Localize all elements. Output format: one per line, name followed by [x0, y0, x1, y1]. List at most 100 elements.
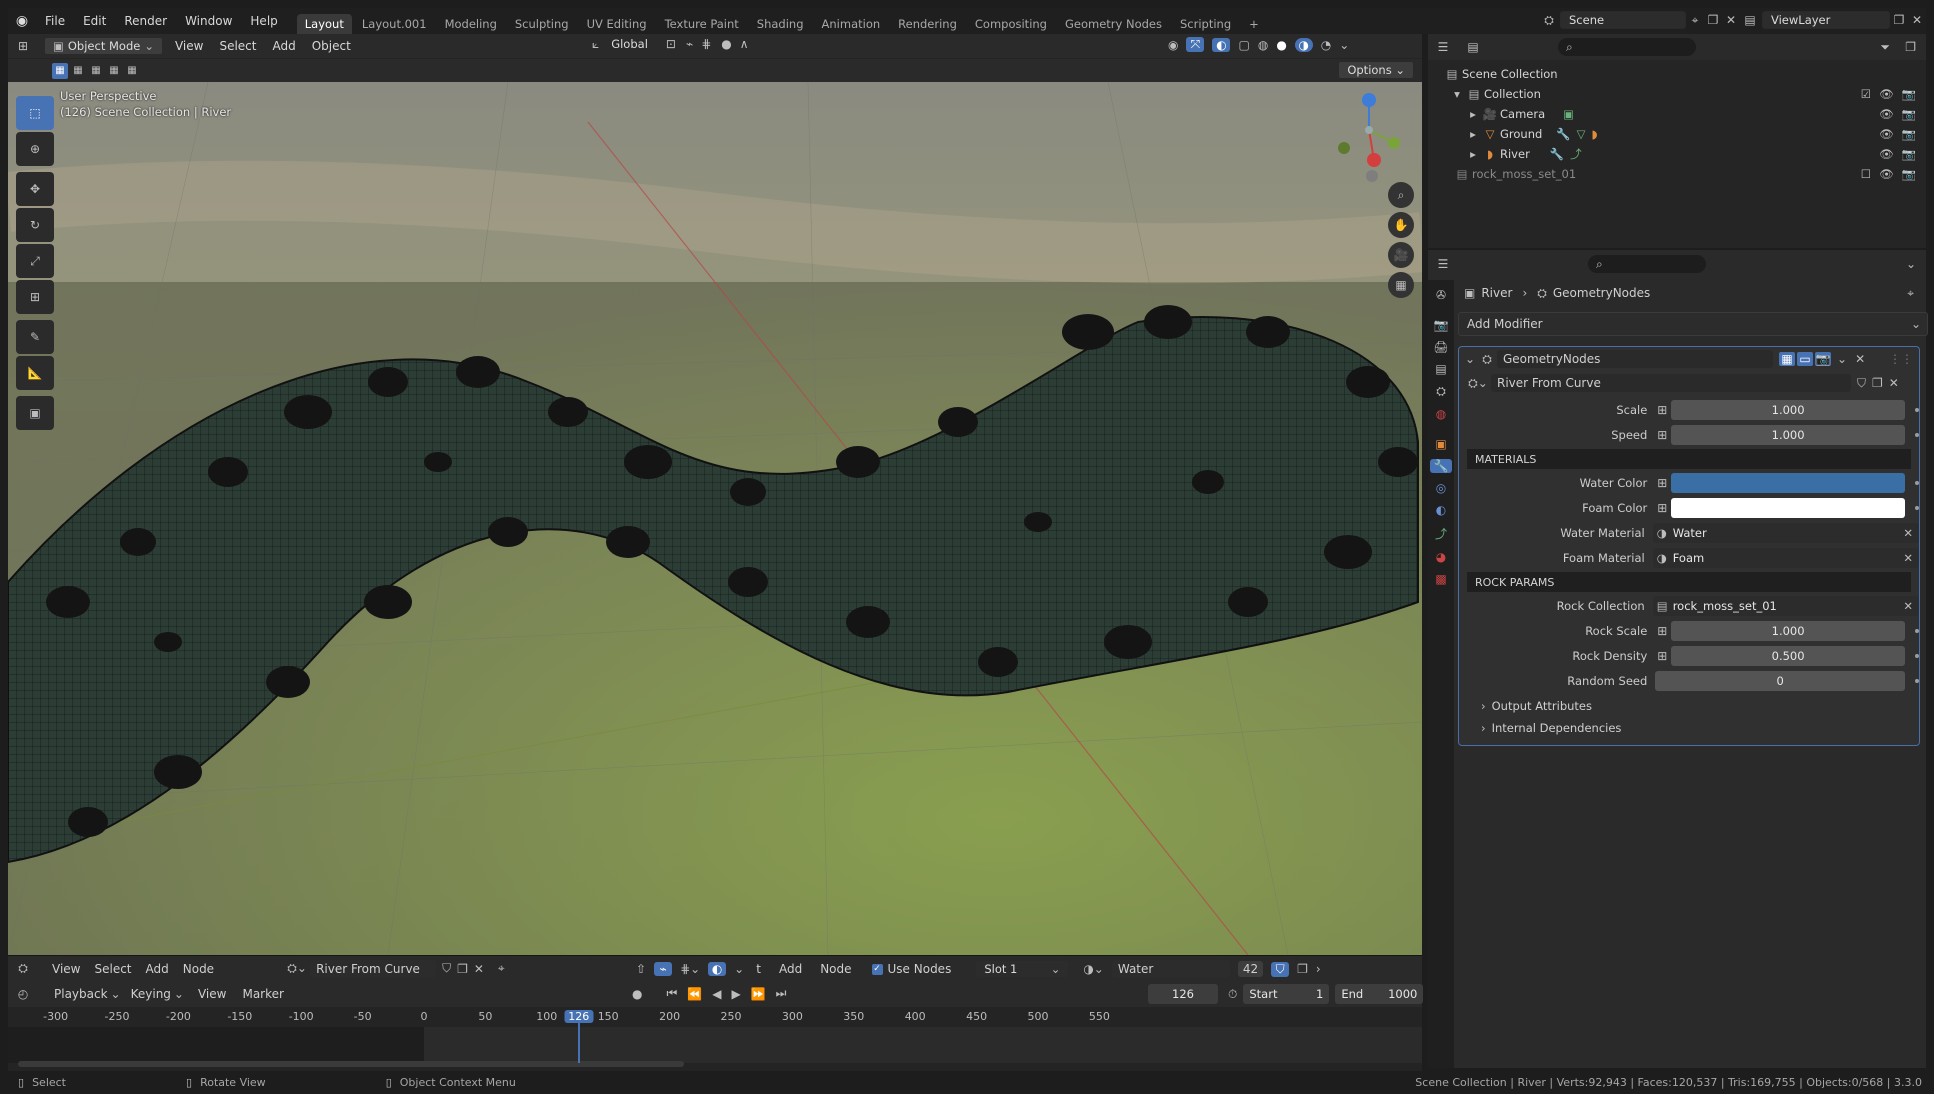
vp-menu-object[interactable]: Object: [312, 39, 351, 53]
scene-selector[interactable]: ⛭ Scene ⌖ ❐ ✕: [1538, 11, 1740, 29]
gizmo-icon[interactable]: ⤧: [1186, 37, 1205, 52]
menu-help[interactable]: Help: [241, 14, 286, 28]
shading-options-icon[interactable]: ⌄: [1339, 38, 1349, 52]
node-tree-icon[interactable]: ⛭⌄: [1465, 376, 1491, 391]
render-toggle-icon[interactable]: 📷: [1815, 352, 1831, 366]
add-cube-tool[interactable]: ▣: [16, 396, 54, 430]
properties-editor-icon[interactable]: ☰: [1428, 257, 1458, 271]
use-nodes-checkbox[interactable]: ✓: [871, 963, 883, 975]
chevron-right-icon[interactable]: ›: [1316, 962, 1321, 976]
pin-icon[interactable]: ⌖: [1907, 286, 1914, 301]
viewport-scene[interactable]: [8, 82, 1422, 955]
timeline-menu-keying[interactable]: Keying: [131, 987, 171, 1001]
tree-item-ground[interactable]: ▸ ▽ Ground 🔧 ▽ ◗ 👁 📷: [1442, 124, 1926, 144]
outliner-search[interactable]: ⌕: [1558, 38, 1696, 56]
modifier-name-field[interactable]: GeometryNodes: [1497, 350, 1773, 368]
frame-ruler[interactable]: -300 -250 -200 -150 -100 -50 0 50 100 126 150 200 25…: [8, 1007, 1422, 1027]
options-dropdown[interactable]: Options ⌄: [1338, 61, 1414, 79]
pivot-icon[interactable]: ⊡: [666, 37, 676, 51]
keyframe-dot[interactable]: [1915, 679, 1919, 683]
rotate-tool[interactable]: ↻: [16, 208, 54, 242]
keyframe-dot[interactable]: [1915, 433, 1919, 437]
edit-mode-toggle-icon[interactable]: ▦: [1779, 352, 1795, 366]
tree-item-river[interactable]: ▸ ◗ River 🔧 ⤴ 👁 📷: [1442, 144, 1926, 164]
scale-field[interactable]: 1.000: [1671, 400, 1906, 420]
timeline-menu-marker[interactable]: Marker: [242, 987, 283, 1001]
tab-compositing[interactable]: Compositing: [967, 14, 1055, 34]
visibility-icon[interactable]: ◉: [1168, 38, 1178, 52]
view-layer-tab-icon[interactable]: ▤: [1435, 362, 1446, 376]
texture-tab-icon[interactable]: ▩: [1435, 572, 1446, 586]
water-material-field[interactable]: ◑ Water ✕: [1652, 523, 1919, 543]
gizmo-z-axis[interactable]: [1362, 93, 1376, 107]
menu-file[interactable]: File: [36, 14, 74, 28]
zoom-icon[interactable]: ⌕: [1388, 182, 1414, 208]
render-camera-icon[interactable]: 📷: [1902, 127, 1916, 141]
viewlayer-name[interactable]: ViewLayer: [1762, 11, 1890, 29]
eye-icon[interactable]: 👁: [1879, 147, 1894, 161]
collapse-arrow-icon[interactable]: ▸: [1466, 147, 1480, 161]
select-invert-icon[interactable]: ▦: [106, 63, 122, 79]
modifier-wrench-icon[interactable]: 🔧: [1550, 147, 1564, 161]
snap-icon[interactable]: ⌁: [686, 37, 693, 51]
mode-dropdown[interactable]: ▣ Object Mode ⌄: [44, 37, 163, 55]
timeline-menu-playback[interactable]: Playback: [54, 987, 108, 1001]
node-menu-add[interactable]: Add: [146, 962, 169, 976]
xray-icon[interactable]: ▢: [1238, 38, 1249, 52]
duplicate-icon[interactable]: ❐: [457, 962, 468, 976]
pin-icon[interactable]: ⌖: [1686, 13, 1704, 28]
node-tree-icon[interactable]: ⛭⌄: [284, 961, 310, 976]
orientation-label[interactable]: Global: [603, 36, 656, 52]
timeline-track[interactable]: -300 -250 -200 -150 -100 -50 0 50 100 126 150 200 25…: [8, 1007, 1422, 1071]
timeline-menu-view[interactable]: View: [198, 987, 226, 1001]
display-mode-icon[interactable]: ▤: [1458, 40, 1488, 54]
output-attributes-panel[interactable]: › Output Attributes: [1459, 695, 1919, 717]
editor-type-icon[interactable]: ◴: [8, 987, 38, 1001]
add-workspace-icon[interactable]: +: [1241, 14, 1267, 34]
unlink-icon[interactable]: ✕: [474, 962, 484, 976]
pin-icon[interactable]: ⌖: [498, 961, 505, 976]
eye-icon[interactable]: 👁: [1879, 87, 1894, 101]
speed-field[interactable]: 1.000: [1671, 425, 1906, 445]
node-add-button[interactable]: Add: [779, 962, 802, 976]
attribute-toggle-icon[interactable]: ⊞: [1655, 501, 1669, 515]
move-tool[interactable]: ✥: [16, 172, 54, 206]
material-field[interactable]: Water: [1111, 960, 1230, 978]
keyframe-dot[interactable]: [1915, 506, 1919, 510]
attribute-toggle-icon[interactable]: ⊞: [1655, 403, 1669, 417]
keyframe-dot[interactable]: [1915, 408, 1919, 412]
play-icon[interactable]: ▶: [731, 987, 740, 1001]
object-tab-icon[interactable]: ▣: [1435, 437, 1446, 451]
select-box-tool[interactable]: ⬚: [16, 96, 54, 130]
tab-rendering[interactable]: Rendering: [890, 14, 965, 34]
node-group-selector[interactable]: ⛭⌄ River From Curve ⛉ ❐ ✕: [1459, 371, 1919, 395]
gizmo-x-axis[interactable]: [1367, 153, 1381, 167]
gizmo-y-axis[interactable]: [1388, 137, 1400, 149]
world-tab-icon[interactable]: ◍: [1436, 407, 1446, 421]
internal-dependencies-panel[interactable]: › Internal Dependencies: [1459, 717, 1919, 739]
3d-viewport[interactable]: ⊞ ▣ Object Mode ⌄ View Select Add Object…: [8, 34, 1422, 955]
rock-params-section-header[interactable]: ROCK PARAMS: [1467, 572, 1911, 592]
overlay-icon[interactable]: ◐: [1212, 37, 1231, 52]
drag-handle-icon[interactable]: ⋮⋮: [1889, 352, 1913, 366]
tab-sculpting[interactable]: Sculpting: [507, 14, 577, 34]
material-users-count[interactable]: 42: [1237, 961, 1264, 977]
select-intersect-icon[interactable]: ▦: [124, 63, 140, 79]
menu-edit[interactable]: Edit: [74, 14, 115, 28]
keyframe-dot[interactable]: [1915, 481, 1919, 485]
curve-data-icon[interactable]: ⤴: [1570, 146, 1582, 162]
jump-start-icon[interactable]: ⏮: [666, 986, 677, 1001]
rock-scale-field[interactable]: 1.000: [1671, 621, 1906, 641]
exclude-checkbox-icon[interactable]: ☐: [1861, 167, 1871, 181]
snap-icon[interactable]: ⌁: [654, 962, 673, 976]
cursor-tool[interactable]: ⊕: [16, 132, 54, 166]
eye-icon[interactable]: 👁: [1879, 107, 1894, 121]
editor-type-icon[interactable]: ⛭: [8, 961, 38, 976]
current-frame-field[interactable]: 126: [1148, 984, 1218, 1004]
play-reverse-icon[interactable]: ◀: [712, 987, 721, 1001]
particles-tab-icon[interactable]: ◎: [1436, 481, 1446, 495]
remove-modifier-icon[interactable]: ✕: [1855, 352, 1865, 366]
unlink-icon[interactable]: ✕: [1889, 376, 1899, 390]
viewlayer-selector[interactable]: ▤ ViewLayer ❐ ✕: [1738, 11, 1926, 29]
node-tree-field[interactable]: River From Curve: [310, 959, 437, 978]
